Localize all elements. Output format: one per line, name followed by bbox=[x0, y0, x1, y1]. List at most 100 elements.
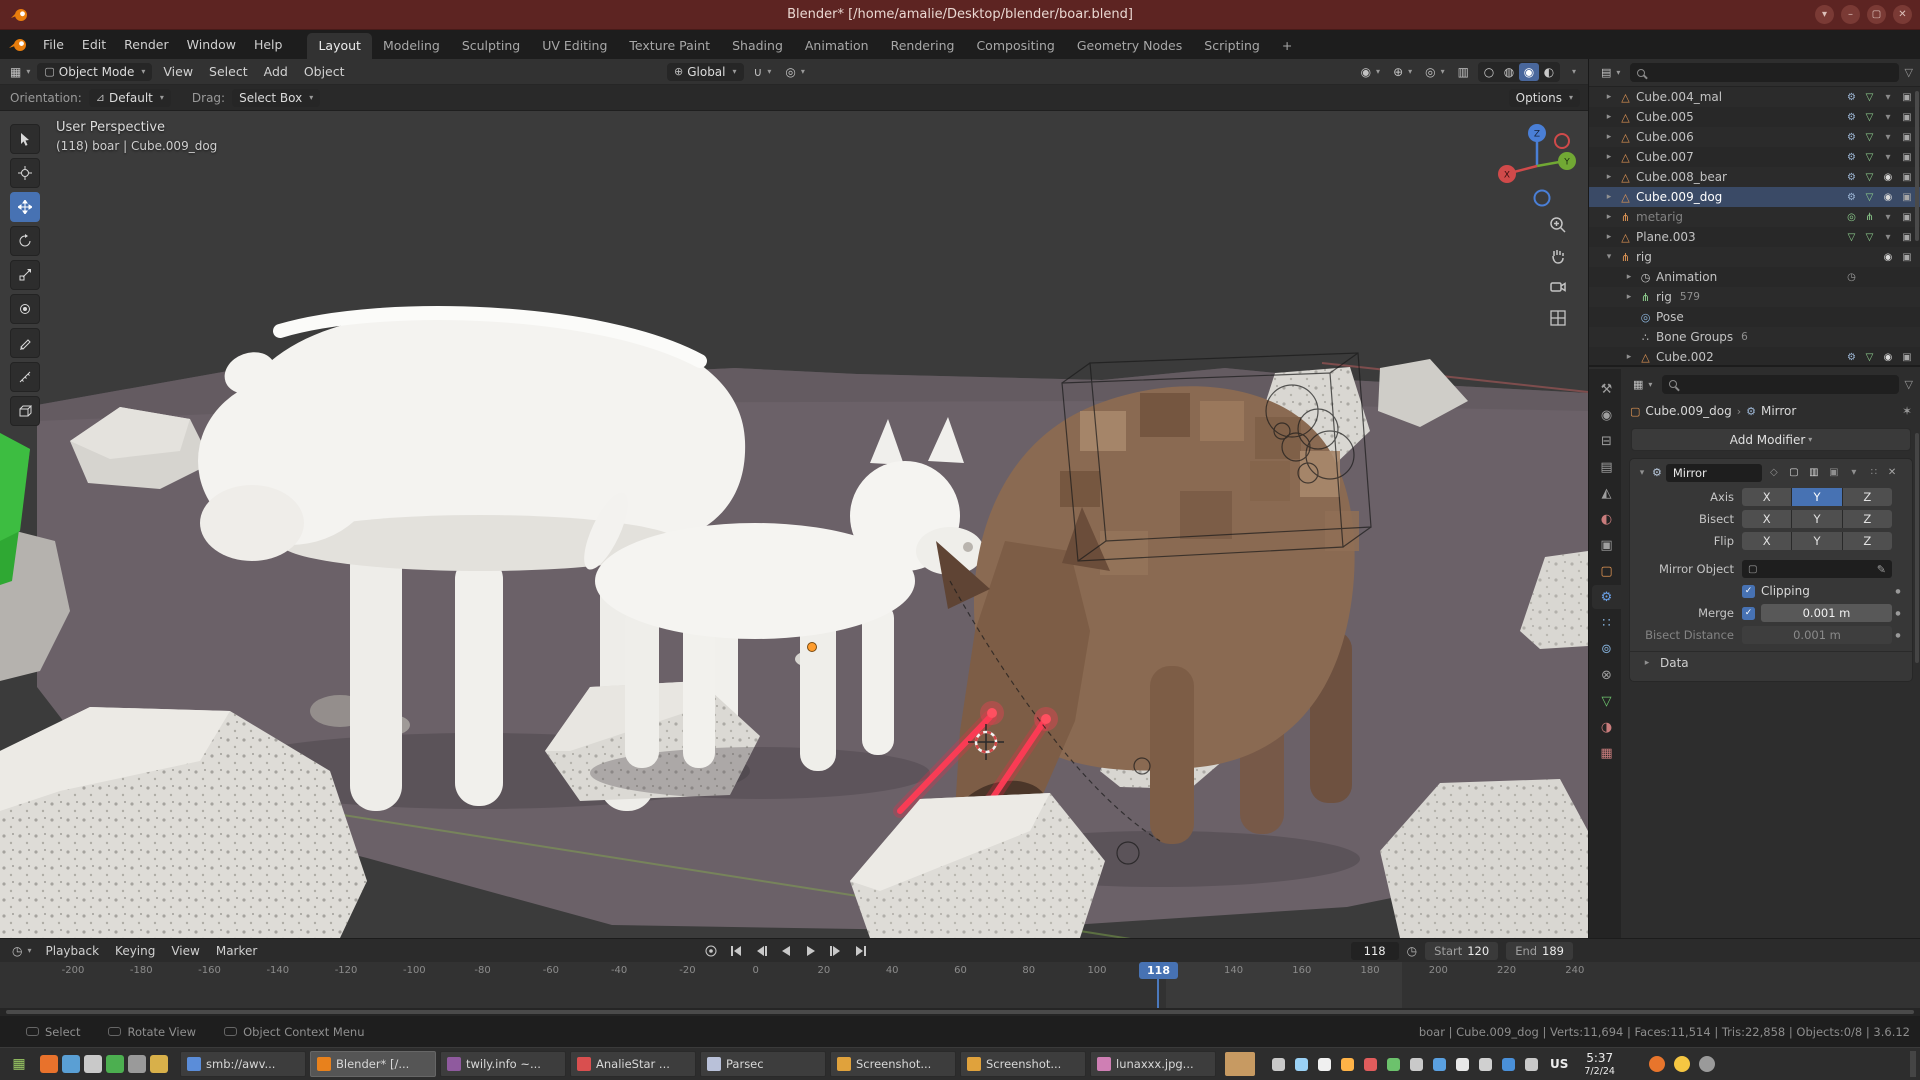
properties-tab[interactable] bbox=[1592, 611, 1621, 635]
jump-to-end-button[interactable] bbox=[850, 942, 871, 960]
outliner-row[interactable]: ▸ Cube.006 bbox=[1589, 127, 1920, 147]
breadcrumb-modifier[interactable]: Mirror bbox=[1761, 404, 1796, 418]
tray-icon[interactable] bbox=[1341, 1058, 1354, 1071]
outliner-row[interactable]: ▸ rig 579 bbox=[1589, 287, 1920, 307]
tool-move[interactable] bbox=[10, 192, 40, 222]
expander-icon[interactable]: ▸ bbox=[1603, 112, 1615, 122]
workspace-tab[interactable]: UV Editing bbox=[531, 33, 618, 59]
modifier-name-field[interactable]: Mirror bbox=[1666, 464, 1762, 482]
taskbar-window-button[interactable]: twily.info ~... bbox=[440, 1051, 566, 1077]
clock[interactable]: 5:37 7/2/24 bbox=[1584, 1051, 1615, 1077]
properties-tab[interactable] bbox=[1592, 559, 1621, 583]
axis-toggle[interactable]: Y bbox=[1792, 488, 1841, 506]
shading-rendered[interactable]: ◐ bbox=[1539, 63, 1559, 81]
tray-icon[interactable] bbox=[1525, 1058, 1538, 1071]
taskbar-window-button[interactable]: Screenshot... bbox=[830, 1051, 956, 1077]
properties-tab[interactable] bbox=[1592, 507, 1621, 531]
hide-render-toggle[interactable] bbox=[1899, 352, 1915, 363]
expander-icon[interactable]: ▸ bbox=[1603, 172, 1615, 182]
shading-solid[interactable]: ◍ bbox=[1499, 63, 1519, 81]
keyboard-layout[interactable]: US bbox=[1550, 1057, 1568, 1071]
launcher-icon[interactable] bbox=[62, 1055, 80, 1073]
shading-dropdown[interactable]: ▾ bbox=[1565, 65, 1580, 78]
outliner-row[interactable]: ▸ Cube.009_dog bbox=[1589, 187, 1920, 207]
show-desktop-button[interactable] bbox=[1910, 1051, 1916, 1077]
shading-wireframe[interactable]: ○ bbox=[1479, 63, 1499, 81]
hide-viewport-toggle[interactable] bbox=[1880, 252, 1896, 263]
shade-button[interactable]: ▾ bbox=[1815, 5, 1834, 24]
outliner-row[interactable]: Pose bbox=[1589, 307, 1920, 327]
launcher-icon[interactable] bbox=[40, 1055, 58, 1073]
tray-icon[interactable] bbox=[1433, 1058, 1446, 1071]
merge-checkbox[interactable] bbox=[1742, 607, 1755, 620]
pan-hand-icon[interactable] bbox=[1548, 246, 1568, 266]
taskbar-window-button[interactable]: smb://awv... bbox=[180, 1051, 306, 1077]
workspace-tab[interactable]: Shading bbox=[721, 33, 794, 59]
use-preview-range-icon[interactable]: ◷ bbox=[1407, 944, 1417, 958]
outliner-row[interactable]: ▸ Cube.007 bbox=[1589, 147, 1920, 167]
timeline-ruler[interactable]: -200-180-160-140-120-100-80-60-40-200204… bbox=[0, 962, 1920, 1016]
expander-icon[interactable]: ▸ bbox=[1603, 92, 1615, 102]
hide-viewport-toggle[interactable] bbox=[1880, 352, 1896, 363]
viewport-menu-item[interactable]: Add bbox=[256, 61, 296, 82]
remove-modifier-icon[interactable]: ✕ bbox=[1888, 467, 1896, 478]
bisect-toggle[interactable]: X bbox=[1742, 510, 1791, 528]
launcher-icon[interactable] bbox=[84, 1055, 102, 1073]
snap-toggle[interactable]: ∪▾ bbox=[750, 63, 776, 81]
auto-keying-toggle[interactable] bbox=[700, 942, 721, 960]
expander-icon[interactable]: ▸ bbox=[1623, 272, 1635, 282]
tray-icon[interactable] bbox=[1410, 1058, 1423, 1071]
tray-icon[interactable] bbox=[1502, 1058, 1515, 1071]
workspace-tab[interactable]: Layout bbox=[307, 33, 372, 59]
camera-view-icon[interactable] bbox=[1548, 277, 1568, 297]
maximize-button[interactable]: ▢ bbox=[1867, 5, 1886, 24]
animate-dot[interactable]: ● bbox=[1892, 588, 1904, 595]
on-cage-toggle[interactable]: ◇ bbox=[1766, 467, 1782, 478]
options-dropdown[interactable]: Options▾ bbox=[1509, 89, 1580, 107]
workspace-tab[interactable]: Compositing bbox=[965, 33, 1065, 59]
properties-search-input[interactable] bbox=[1662, 375, 1898, 394]
hide-viewport-toggle[interactable] bbox=[1880, 192, 1896, 203]
outliner-row[interactable]: ▸ Cube.004_mal bbox=[1589, 87, 1920, 107]
merge-threshold-field[interactable]: 0.001 m bbox=[1761, 604, 1892, 622]
zoom-icon[interactable] bbox=[1548, 215, 1568, 235]
shading-material[interactable]: ◉ bbox=[1519, 63, 1539, 81]
close-button[interactable]: ✕ bbox=[1893, 5, 1912, 24]
properties-tab[interactable] bbox=[1592, 585, 1621, 609]
expander-icon[interactable]: ▸ bbox=[1603, 192, 1615, 202]
hide-render-toggle[interactable] bbox=[1899, 132, 1915, 143]
animate-dot[interactable]: ● bbox=[1892, 610, 1904, 617]
play-reverse-button[interactable] bbox=[775, 942, 796, 960]
outliner-row[interactable]: ▸ Plane.003 bbox=[1589, 227, 1920, 247]
launcher-icon[interactable] bbox=[106, 1055, 124, 1073]
menu-item[interactable]: Help bbox=[245, 33, 292, 56]
tool-rotate[interactable] bbox=[10, 226, 40, 256]
tool-annotate[interactable] bbox=[10, 328, 40, 358]
add-modifier-button[interactable]: Add Modifier▾ bbox=[1631, 428, 1911, 451]
panel-expand-icon[interactable]: ▾ bbox=[1636, 468, 1648, 478]
axis-toggle[interactable]: X bbox=[1742, 488, 1791, 506]
timeline-editor-icon[interactable]: ◷▾ bbox=[8, 942, 36, 960]
menu-item[interactable]: Render bbox=[115, 33, 178, 56]
outliner-row[interactable]: ▸ Cube.002 bbox=[1589, 347, 1920, 367]
viewport-canvas[interactable] bbox=[0, 111, 1588, 938]
hide-render-toggle[interactable] bbox=[1899, 92, 1915, 103]
timeline-menu-item[interactable]: Keying bbox=[107, 941, 163, 961]
workspace-tab[interactable]: Geometry Nodes bbox=[1066, 33, 1193, 59]
data-subpanel[interactable]: ▸ Data bbox=[1630, 651, 1912, 673]
bisect-toggle[interactable]: Y bbox=[1792, 510, 1841, 528]
properties-tab[interactable] bbox=[1592, 663, 1621, 687]
drag-mode-dropdown[interactable]: Select Box▾ bbox=[232, 89, 320, 107]
realtime-toggle[interactable]: ▥ bbox=[1806, 467, 1822, 478]
tray-icon[interactable] bbox=[1364, 1058, 1377, 1071]
editor-type-button[interactable]: ▦▾ bbox=[6, 63, 34, 81]
viewport-3d[interactable]: User Perspective (118) boar | Cube.009_d… bbox=[0, 111, 1588, 938]
jump-to-start-button[interactable] bbox=[725, 942, 746, 960]
hide-viewport-toggle[interactable] bbox=[1880, 232, 1896, 243]
workspace-tab[interactable]: + bbox=[1271, 33, 1303, 59]
expander-icon[interactable]: ▸ bbox=[1603, 152, 1615, 162]
hide-render-toggle[interactable] bbox=[1899, 172, 1915, 183]
properties-tab[interactable] bbox=[1592, 403, 1621, 427]
play-button[interactable] bbox=[800, 942, 821, 960]
mirror-object-field[interactable]: ▢ ✎ bbox=[1742, 560, 1892, 578]
